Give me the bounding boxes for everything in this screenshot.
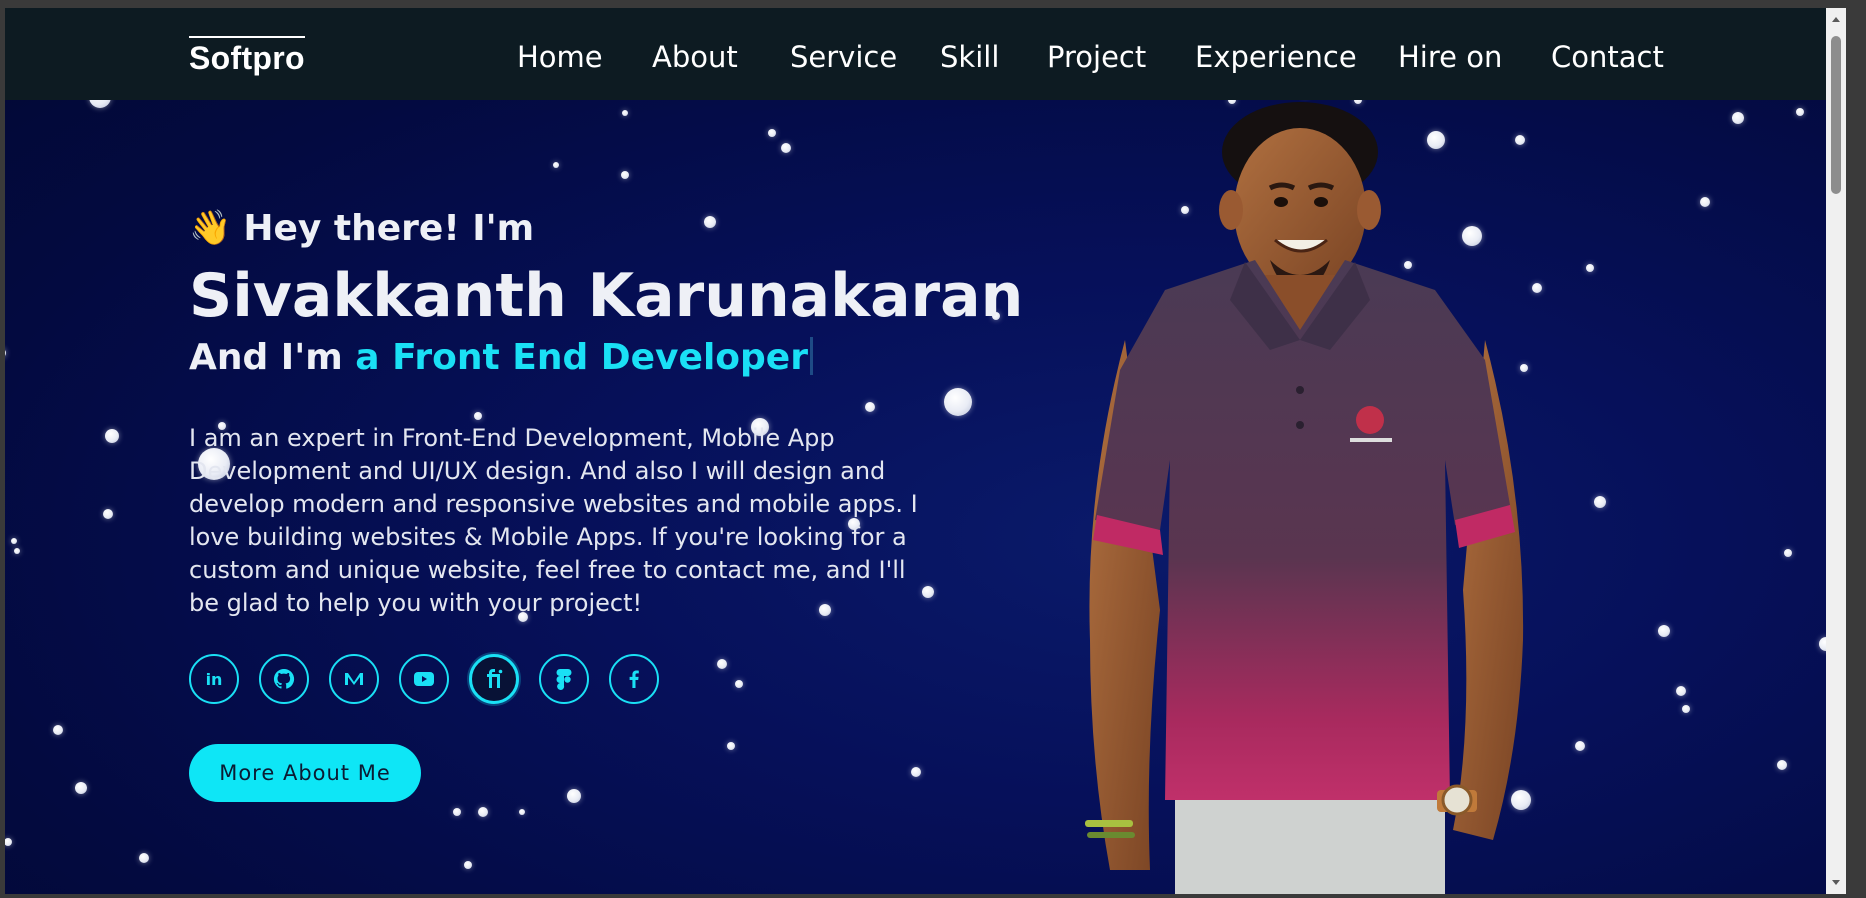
profile-photo [1085, 102, 1524, 894]
nav-service[interactable]: Service [790, 38, 897, 76]
hero-bio: I am an expert in Front-End Development,… [189, 424, 918, 617]
star-dot [464, 861, 472, 869]
star-dot [105, 429, 119, 443]
scroll-down-arrow-icon[interactable] [1830, 876, 1842, 888]
fiverr-link[interactable] [469, 654, 519, 704]
star-dot [781, 143, 791, 153]
nav-home[interactable]: Home [517, 38, 603, 76]
facebook-icon [629, 670, 639, 688]
star-dot [14, 548, 20, 554]
greeting: 👋 Hey there! I'm [189, 204, 949, 252]
star-dot [1586, 264, 1594, 272]
svg-text:in: in [206, 670, 223, 689]
star-dot [1700, 197, 1710, 207]
star-dot [768, 129, 776, 137]
linkedin-icon: in [206, 670, 223, 689]
star-dot [1594, 496, 1606, 508]
star-dot [1676, 686, 1686, 696]
star-dot [1796, 108, 1804, 116]
star-dot [103, 509, 113, 519]
star-dot [621, 171, 629, 179]
star-dot [1658, 625, 1670, 637]
scrollbar-thumb[interactable] [1831, 36, 1841, 194]
star-dot [53, 725, 63, 735]
star-dot [519, 809, 525, 815]
star-dot [1777, 760, 1787, 770]
star-dot [478, 807, 488, 817]
figma-icon [556, 669, 572, 690]
star-dot [453, 808, 461, 816]
github-icon [273, 668, 295, 689]
nav-about[interactable]: About [652, 38, 738, 76]
github-link[interactable] [259, 654, 309, 704]
role-typed-text: a Front End Developer [355, 337, 808, 378]
youtube-icon [414, 672, 434, 686]
star-dot [1784, 549, 1792, 557]
medium-icon [345, 673, 363, 685]
star-dot [75, 782, 87, 794]
medium-link[interactable] [329, 654, 379, 704]
vertical-scrollbar[interactable] [1826, 8, 1846, 894]
star-dot [11, 538, 17, 544]
star-dot [1575, 741, 1585, 751]
hero-name: Sivakkanth Karunakaran [189, 261, 1024, 331]
role-prefix: And I'm [189, 337, 356, 378]
typing-caret [809, 337, 813, 375]
linkedin-link[interactable]: in [189, 654, 239, 704]
nav-project[interactable]: Project [1047, 38, 1146, 76]
greeting-text: Hey there! I'm [243, 207, 535, 249]
star-dot [622, 110, 628, 116]
nav-experience[interactable]: Experience [1195, 38, 1357, 76]
nav-skill[interactable]: Skill [940, 38, 999, 76]
figma-link[interactable] [539, 654, 589, 704]
browser-viewport: Softpro Home About Service Skill Project… [5, 8, 1846, 894]
site-logo[interactable]: Softpro [189, 36, 305, 75]
nav-hire-on[interactable]: Hire on [1398, 38, 1502, 76]
youtube-link[interactable] [399, 654, 449, 704]
fiverr-icon [487, 669, 503, 688]
star-dot [553, 162, 559, 168]
star-dot [5, 348, 6, 358]
facebook-link[interactable] [609, 654, 659, 704]
top-navbar: Softpro Home About Service Skill Project… [5, 8, 1846, 100]
social-links: in [189, 654, 949, 704]
hero-section: 👋 Hey there! I'm Sivakkanth Karunakaran … [189, 204, 1024, 802]
scroll-up-arrow-icon[interactable] [1830, 14, 1842, 26]
waving-hand-icon: 👋 [189, 208, 232, 248]
star-dot [5, 838, 12, 846]
hero-role: And I'm a Front End Developer [189, 334, 949, 382]
star-dot [1732, 112, 1744, 124]
star-dot [1682, 705, 1690, 713]
star-dot [139, 853, 149, 863]
nav-contact[interactable]: Contact [1551, 38, 1664, 76]
more-about-me-button[interactable]: More About Me [189, 744, 421, 802]
